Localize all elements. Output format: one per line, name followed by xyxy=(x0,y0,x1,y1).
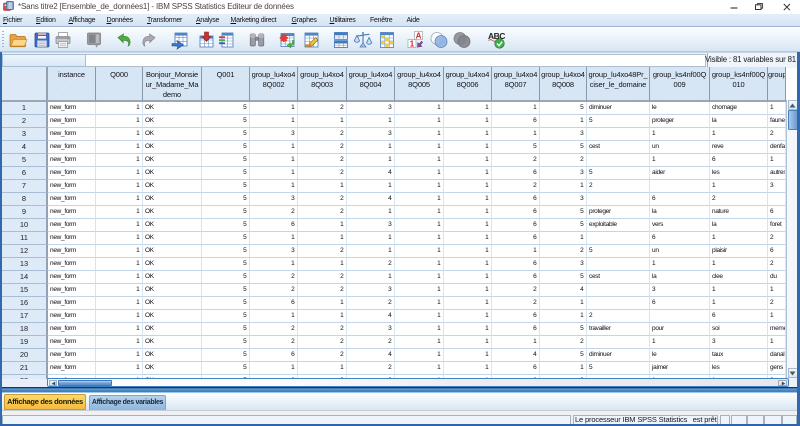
svg-text:1: 1 xyxy=(410,39,415,48)
svg-text:A: A xyxy=(416,31,422,40)
